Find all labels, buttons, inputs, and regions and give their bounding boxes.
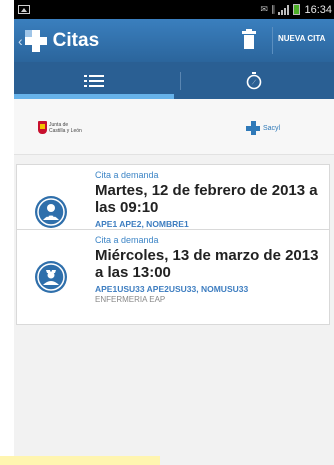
page-title: Citas xyxy=(52,29,100,51)
tab-list[interactable] xyxy=(14,62,174,99)
action-bar: ‹ Citas NUEVA CITA xyxy=(14,19,334,62)
junta-logo: Junta de Castilla y León xyxy=(38,121,83,134)
tab-bar xyxy=(14,62,334,99)
appointment-date: Miércoles, 13 de marzo de 2013 a las 13:… xyxy=(95,247,319,281)
doctor-icon xyxy=(35,196,67,228)
professional-name: APE1USU33 APE2USU33, NOMUSU33 xyxy=(95,284,249,294)
logos-header: Junta de Castilla y León Sacyl xyxy=(14,99,334,155)
appointment-card[interactable]: Cita a demanda Miércoles, 13 de marzo de… xyxy=(16,229,330,325)
tab-map[interactable] xyxy=(174,62,334,99)
sms-icon: ✉ xyxy=(260,4,267,14)
clock: 16:34 xyxy=(304,3,332,16)
battery-icon xyxy=(293,4,301,15)
phone-screen: ✉ ∥ 16:34 ‹ Citas NUEVA CITA Junta de Ca… xyxy=(14,0,334,465)
appointments-list: Junta de Castilla y León Sacyl Cita a de… xyxy=(14,99,334,465)
sacyl-logo: Sacyl xyxy=(246,121,280,135)
action-divider xyxy=(272,27,273,54)
list-icon xyxy=(84,74,104,88)
appointment-type: Cita a demanda xyxy=(95,170,159,180)
image-icon xyxy=(18,5,30,14)
wifi-icon: ∥ xyxy=(270,4,275,14)
yellow-strip xyxy=(0,456,160,465)
junta-shield-icon xyxy=(38,121,47,134)
sacyl-cross-icon xyxy=(246,121,260,135)
new-appointment-button[interactable]: NUEVA CITA xyxy=(278,34,325,43)
sacyl-cross-icon[interactable] xyxy=(24,29,47,52)
professional-name: APE1 APE2, NOMBRE1 xyxy=(95,219,189,229)
compass-icon xyxy=(246,71,262,89)
appointment-type: Cita a demanda xyxy=(95,235,159,245)
nurse-icon xyxy=(35,261,67,293)
professional-role: ENFERMERIA EAP xyxy=(95,295,166,304)
trash-icon[interactable] xyxy=(242,29,256,49)
up-navigation-icon[interactable]: ‹ xyxy=(18,33,23,49)
status-bar: ✉ ∥ 16:34 xyxy=(14,0,334,19)
signal-icon xyxy=(278,4,290,15)
appointment-date: Martes, 12 de febrero de 2013 a las 09:1… xyxy=(95,182,318,216)
